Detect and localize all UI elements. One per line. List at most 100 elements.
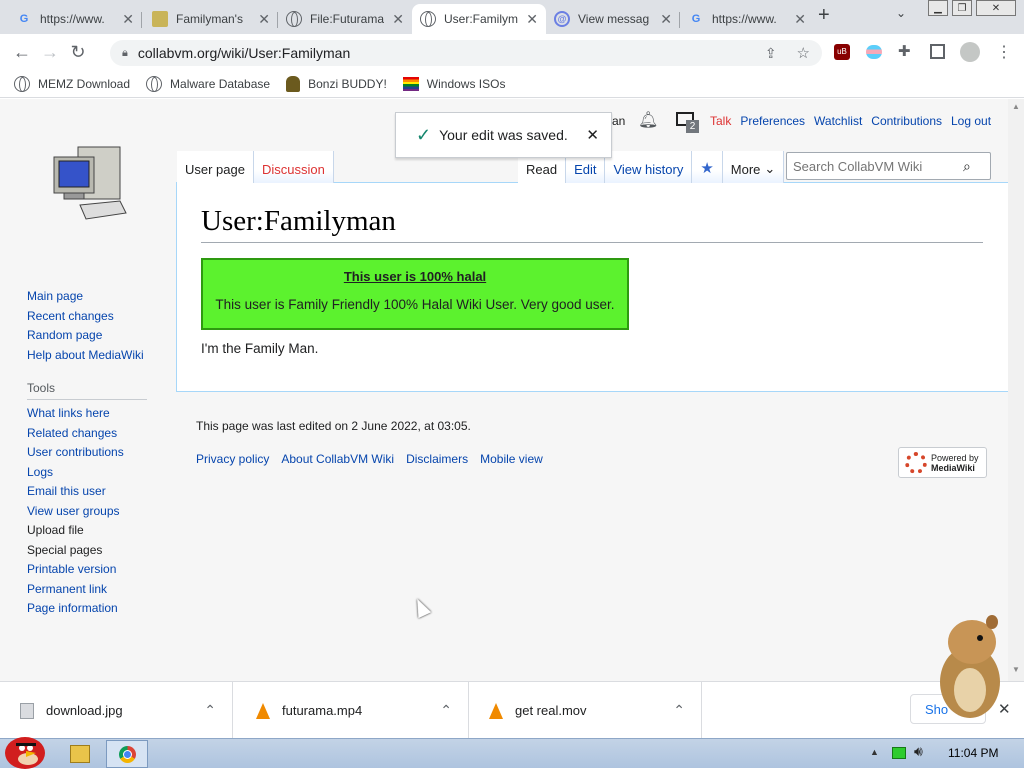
disclaimers-link[interactable]: Disclaimers xyxy=(406,452,468,466)
notices-icon[interactable]: 2 xyxy=(674,109,699,133)
tool-what-links-here[interactable]: What links here xyxy=(27,404,124,424)
download-item[interactable]: futurama.mp4 ⌃ xyxy=(236,682,469,739)
address-bar[interactable]: 🔒︎ collabvm.org/wiki/User:Familyman ⇪ ☆ xyxy=(110,40,822,66)
tool-page-information[interactable]: Page information xyxy=(27,599,124,619)
watchlist-link[interactable]: Watchlist xyxy=(814,114,862,128)
preferences-link[interactable]: Preferences xyxy=(740,114,805,128)
scroll-down-icon[interactable]: ▼ xyxy=(1012,665,1020,674)
bell-icon[interactable]: 🔔︎ xyxy=(638,110,658,130)
wiki-logo[interactable] xyxy=(50,139,130,229)
tab-view-history[interactable]: View history xyxy=(605,151,693,183)
bookmark-star-icon[interactable]: ☆ xyxy=(797,44,810,62)
sidebar-item-help[interactable]: Help about MediaWiki xyxy=(27,346,144,366)
close-tab-icon[interactable]: ✕ xyxy=(794,11,806,28)
flag-extension-icon[interactable] xyxy=(866,45,882,59)
close-tab-icon[interactable]: ✕ xyxy=(526,11,538,28)
bookmark-windows-isos[interactable]: Windows ISOs xyxy=(402,76,505,91)
browser-tab[interactable]: File:Futurama ✕ xyxy=(278,4,412,34)
chrome-icon xyxy=(119,746,136,763)
tool-email-user[interactable]: Email this user xyxy=(27,482,124,502)
mobile-view-link[interactable]: Mobile view xyxy=(480,452,543,466)
talk-link[interactable]: Talk xyxy=(710,114,731,128)
watch-star-icon[interactable]: ★ xyxy=(692,151,723,183)
minimize-icon[interactable]: ▁ xyxy=(928,0,948,16)
clock[interactable]: 11:04 PM xyxy=(948,746,998,760)
page-scrollbar[interactable]: ▲ ▼ xyxy=(1008,99,1024,681)
chevron-up-icon[interactable]: ⌃ xyxy=(204,702,216,719)
chevron-up-icon[interactable]: ⌃ xyxy=(440,702,452,719)
tab-title: https://www. xyxy=(712,12,777,26)
share-icon[interactable]: ⇪ xyxy=(765,45,777,62)
window-controls: ▁ ❐ ✕ xyxy=(928,0,1016,20)
tab-title: Familyman's xyxy=(176,12,243,26)
logout-link[interactable]: Log out xyxy=(951,114,991,128)
search-input[interactable] xyxy=(787,158,957,174)
tab-user-page[interactable]: User page xyxy=(177,151,254,183)
close-tab-icon[interactable]: ✕ xyxy=(258,11,270,28)
browser-tab[interactable]: @ View messag ✕ xyxy=(546,4,680,34)
more-menu[interactable]: More ⌄ xyxy=(722,151,785,183)
tab-title: File:Futurama xyxy=(310,12,385,26)
network-icon[interactable] xyxy=(892,747,906,759)
sidebar-item-random-page[interactable]: Random page xyxy=(27,326,144,346)
tab-discussion[interactable]: Discussion xyxy=(253,151,334,183)
taskbar-chrome-button[interactable] xyxy=(106,740,148,768)
side-panel-icon[interactable] xyxy=(930,44,945,59)
body-text: I'm the Family Man. xyxy=(201,341,319,356)
close-icon[interactable]: ✕ xyxy=(586,126,599,144)
contributions-link[interactable]: Contributions xyxy=(871,114,942,128)
privacy-policy-link[interactable]: Privacy policy xyxy=(196,452,269,466)
tool-printable-version[interactable]: Printable version xyxy=(27,560,124,580)
tab-title: User:Familym xyxy=(444,12,518,26)
globe-icon xyxy=(14,75,30,92)
download-item[interactable]: get real.mov ⌃ xyxy=(469,682,702,739)
tab-search-icon[interactable]: ⌄ xyxy=(896,6,906,20)
tool-permanent-link[interactable]: Permanent link xyxy=(27,580,124,600)
tray-expand-icon[interactable]: ▲ xyxy=(870,747,879,757)
tools-heading: Tools xyxy=(27,381,147,400)
sidebar-navigation: Main page Recent changes Random page Hel… xyxy=(27,287,144,365)
powered-by-mediawiki-badge[interactable]: Powered by MediaWiki xyxy=(898,447,987,478)
reload-icon[interactable]: ↻ xyxy=(64,38,92,66)
bookmark-label: Malware Database xyxy=(170,76,271,91)
sidebar-item-recent-changes[interactable]: Recent changes xyxy=(27,307,144,327)
browser-tab[interactable]: Familyman's ✕ xyxy=(144,4,278,34)
close-tab-icon[interactable]: ✕ xyxy=(392,11,404,28)
username-link[interactable]: an xyxy=(612,114,625,128)
search-icon[interactable]: ⌕ xyxy=(963,158,971,175)
close-tab-icon[interactable]: ✕ xyxy=(122,11,134,28)
sidebar-item-main-page[interactable]: Main page xyxy=(27,287,144,307)
angry-bird-start-icon[interactable] xyxy=(2,731,48,769)
restore-icon[interactable]: ❐ xyxy=(952,0,972,16)
bookmark-memz[interactable]: MEMZ Download xyxy=(14,75,130,92)
tool-view-user-groups[interactable]: View user groups xyxy=(27,502,124,522)
close-window-icon[interactable]: ✕ xyxy=(976,0,1016,16)
folder-icon[interactable] xyxy=(70,745,90,763)
browser-tab-active[interactable]: User:Familym ✕ xyxy=(412,4,546,34)
browser-tab[interactable]: G https://www. ✕ xyxy=(680,4,814,34)
tool-special-pages[interactable]: Special pages xyxy=(27,541,124,561)
menu-icon[interactable]: ⋮ xyxy=(996,42,1012,62)
profile-avatar[interactable] xyxy=(960,42,980,62)
bonzi-icon xyxy=(286,75,301,92)
tab-title: https://www. xyxy=(40,12,105,26)
extensions-icon[interactable]: ✚ xyxy=(898,42,911,60)
bookmark-bonzi[interactable]: Bonzi BUDDY! xyxy=(286,75,387,92)
forward-icon[interactable]: → xyxy=(36,38,64,66)
back-icon[interactable]: ← xyxy=(8,38,36,66)
about-link[interactable]: About CollabVM Wiki xyxy=(281,452,394,466)
hamster-mascot xyxy=(940,615,1000,718)
tool-user-contributions[interactable]: User contributions xyxy=(27,443,124,463)
chevron-up-icon[interactable]: ⌃ xyxy=(673,702,685,719)
tool-logs[interactable]: Logs xyxy=(27,463,124,483)
close-tab-icon[interactable]: ✕ xyxy=(660,11,672,28)
tool-upload-file[interactable]: Upload file xyxy=(27,521,124,541)
browser-tab[interactable]: G https://www. ✕ xyxy=(8,4,142,34)
tool-related-changes[interactable]: Related changes xyxy=(27,424,124,444)
ublock-icon[interactable]: uB xyxy=(834,44,850,60)
volume-icon[interactable]: 🔊︎ xyxy=(914,743,923,760)
new-tab-button[interactable]: + xyxy=(818,4,830,27)
tab-strip: G https://www. ✕ Familyman's ✕ File:Futu… xyxy=(0,0,1024,34)
bookmark-malware-db[interactable]: Malware Database xyxy=(146,75,271,92)
scroll-up-icon[interactable]: ▲ xyxy=(1012,102,1020,111)
